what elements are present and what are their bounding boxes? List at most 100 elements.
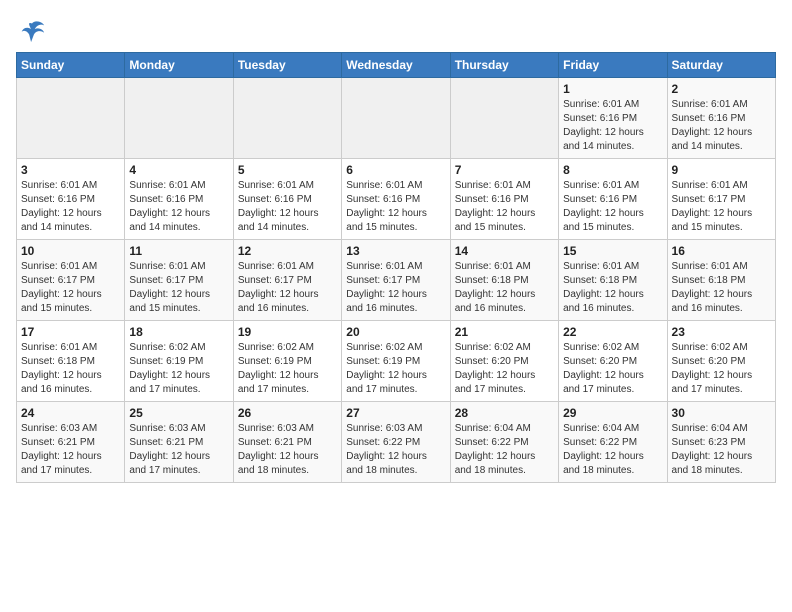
day-info: Sunrise: 6:01 AMSunset: 6:16 PMDaylight:… bbox=[129, 179, 228, 235]
day-number: 10 bbox=[21, 244, 120, 258]
day-info: Sunrise: 6:01 AMSunset: 6:17 PMDaylight:… bbox=[238, 260, 337, 316]
calendar-cell bbox=[450, 78, 558, 159]
day-number: 26 bbox=[238, 406, 337, 420]
day-number: 28 bbox=[455, 406, 554, 420]
calendar-cell: 11 Sunrise: 6:01 AMSunset: 6:17 PMDayligh… bbox=[125, 240, 233, 321]
calendar-week-0: 1 Sunrise: 6:01 AMSunset: 6:16 PMDaylight… bbox=[17, 78, 776, 159]
calendar-cell: 29 Sunrise: 6:04 AMSunset: 6:22 PMDayligh… bbox=[559, 402, 667, 483]
day-info: Sunrise: 6:01 AMSunset: 6:16 PMDaylight:… bbox=[346, 179, 445, 235]
calendar-week-4: 24 Sunrise: 6:03 AMSunset: 6:21 PMDayligh… bbox=[17, 402, 776, 483]
calendar-cell: 8 Sunrise: 6:01 AMSunset: 6:16 PMDaylight… bbox=[559, 159, 667, 240]
day-number: 12 bbox=[238, 244, 337, 258]
day-info: Sunrise: 6:02 AMSunset: 6:19 PMDaylight:… bbox=[129, 341, 228, 397]
header-day-wednesday: Wednesday bbox=[342, 53, 450, 78]
day-number: 11 bbox=[129, 244, 228, 258]
day-info: Sunrise: 6:01 AMSunset: 6:16 PMDaylight:… bbox=[563, 179, 662, 235]
day-info: Sunrise: 6:01 AMSunset: 6:16 PMDaylight:… bbox=[238, 179, 337, 235]
day-info: Sunrise: 6:01 AMSunset: 6:18 PMDaylight:… bbox=[672, 260, 771, 316]
day-info: Sunrise: 6:02 AMSunset: 6:20 PMDaylight:… bbox=[563, 341, 662, 397]
day-number: 18 bbox=[129, 325, 228, 339]
day-number: 5 bbox=[238, 163, 337, 177]
day-number: 30 bbox=[672, 406, 771, 420]
day-number: 15 bbox=[563, 244, 662, 258]
calendar-cell bbox=[233, 78, 341, 159]
day-info: Sunrise: 6:01 AMSunset: 6:17 PMDaylight:… bbox=[21, 260, 120, 316]
day-info: Sunrise: 6:02 AMSunset: 6:19 PMDaylight:… bbox=[346, 341, 445, 397]
calendar-cell: 19 Sunrise: 6:02 AMSunset: 6:19 PMDayligh… bbox=[233, 321, 341, 402]
day-info: Sunrise: 6:02 AMSunset: 6:19 PMDaylight:… bbox=[238, 341, 337, 397]
calendar-cell: 1Sunrise: 6:01 AMSunset: 6:16 PMDaylight… bbox=[559, 78, 667, 159]
day-number: 24 bbox=[21, 406, 120, 420]
calendar-cell: 27 Sunrise: 6:03 AMSunset: 6:22 PMDayligh… bbox=[342, 402, 450, 483]
calendar-cell: 14 Sunrise: 6:01 AMSunset: 6:18 PMDayligh… bbox=[450, 240, 558, 321]
day-number: 25 bbox=[129, 406, 228, 420]
day-number: 8 bbox=[563, 163, 662, 177]
calendar-cell bbox=[342, 78, 450, 159]
header-day-saturday: Saturday bbox=[667, 53, 775, 78]
day-number: 9 bbox=[672, 163, 771, 177]
day-info: Sunrise: 6:01 AMSunset: 6:16 PMDaylight:… bbox=[21, 179, 120, 235]
day-number: 16 bbox=[672, 244, 771, 258]
header-day-thursday: Thursday bbox=[450, 53, 558, 78]
calendar-week-2: 10 Sunrise: 6:01 AMSunset: 6:17 PMDayligh… bbox=[17, 240, 776, 321]
calendar-week-3: 17Sunrise: 6:01 AMSunset: 6:18 PMDayligh… bbox=[17, 321, 776, 402]
day-number: 7 bbox=[455, 163, 554, 177]
calendar-cell: 13Sunrise: 6:01 AMSunset: 6:17 PMDayligh… bbox=[342, 240, 450, 321]
calendar-cell: 26 Sunrise: 6:03 AMSunset: 6:21 PMDayligh… bbox=[233, 402, 341, 483]
calendar-cell bbox=[17, 78, 125, 159]
calendar-cell: 22 Sunrise: 6:02 AMSunset: 6:20 PMDayligh… bbox=[559, 321, 667, 402]
calendar-cell: 10 Sunrise: 6:01 AMSunset: 6:17 PMDayligh… bbox=[17, 240, 125, 321]
day-number: 4 bbox=[129, 163, 228, 177]
header-day-friday: Friday bbox=[559, 53, 667, 78]
day-info: Sunrise: 6:01 AMSunset: 6:18 PMDaylight:… bbox=[563, 260, 662, 316]
calendar-cell bbox=[125, 78, 233, 159]
page-header bbox=[16, 16, 776, 44]
day-number: 3 bbox=[21, 163, 120, 177]
calendar-body: 1 Sunrise: 6:01 AMSunset: 6:16 PMDaylight… bbox=[17, 78, 776, 483]
day-info: Sunrise: 6:01 AMSunset: 6:18 PMDaylight:… bbox=[21, 341, 120, 397]
calendar-cell: 24 Sunrise: 6:03 AMSunset: 6:21 PMDayligh… bbox=[17, 402, 125, 483]
calendar-cell: 21Sunrise: 6:02 AMSunset: 6:20 PMDayligh… bbox=[450, 321, 558, 402]
calendar-cell: 23 Sunrise: 6:02 AMSunset: 6:20 PMDayligh… bbox=[667, 321, 775, 402]
calendar-week-1: 3 Sunrise: 6:01 AMSunset: 6:16 PMDaylight… bbox=[17, 159, 776, 240]
day-info: Sunrise: 6:04 AMSunset: 6:23 PMDaylight:… bbox=[672, 422, 771, 478]
day-info: Sunrise: 6:01 AMSunset: 6:17 PMDaylight:… bbox=[346, 260, 445, 316]
day-info: Sunrise: 6:04 AMSunset: 6:22 PMDaylight:… bbox=[455, 422, 554, 478]
day-info: Sunrise: 6:03 AMSunset: 6:22 PMDaylight:… bbox=[346, 422, 445, 478]
header-day-tuesday: Tuesday bbox=[233, 53, 341, 78]
calendar-cell: 25Sunrise: 6:03 AMSunset: 6:21 PMDayligh… bbox=[125, 402, 233, 483]
calendar-header: SundayMondayTuesdayWednesdayThursdayFrid… bbox=[17, 53, 776, 78]
calendar-cell: 17Sunrise: 6:01 AMSunset: 6:18 PMDayligh… bbox=[17, 321, 125, 402]
day-number: 14 bbox=[455, 244, 554, 258]
logo-bird-icon bbox=[18, 16, 46, 44]
day-info: Sunrise: 6:03 AMSunset: 6:21 PMDaylight:… bbox=[21, 422, 120, 478]
day-number: 6 bbox=[346, 163, 445, 177]
day-info: Sunrise: 6:01 AMSunset: 6:17 PMDaylight:… bbox=[672, 179, 771, 235]
calendar-cell: 6 Sunrise: 6:01 AMSunset: 6:16 PMDaylight… bbox=[342, 159, 450, 240]
day-number: 22 bbox=[563, 325, 662, 339]
calendar-cell: 30 Sunrise: 6:04 AMSunset: 6:23 PMDayligh… bbox=[667, 402, 775, 483]
day-info: Sunrise: 6:01 AMSunset: 6:18 PMDaylight:… bbox=[455, 260, 554, 316]
day-info: Sunrise: 6:03 AMSunset: 6:21 PMDaylight:… bbox=[238, 422, 337, 478]
day-info: Sunrise: 6:01 AMSunset: 6:17 PMDaylight:… bbox=[129, 260, 228, 316]
day-number: 29 bbox=[563, 406, 662, 420]
calendar-table: SundayMondayTuesdayWednesdayThursdayFrid… bbox=[16, 52, 776, 483]
calendar-cell: 20 Sunrise: 6:02 AMSunset: 6:19 PMDayligh… bbox=[342, 321, 450, 402]
calendar-cell: 12 Sunrise: 6:01 AMSunset: 6:17 PMDayligh… bbox=[233, 240, 341, 321]
day-number: 1 bbox=[563, 82, 662, 96]
day-number: 20 bbox=[346, 325, 445, 339]
calendar-cell: 9 Sunrise: 6:01 AMSunset: 6:17 PMDaylight… bbox=[667, 159, 775, 240]
day-number: 27 bbox=[346, 406, 445, 420]
calendar-cell: 5 Sunrise: 6:01 AMSunset: 6:16 PMDaylight… bbox=[233, 159, 341, 240]
calendar-cell: 18 Sunrise: 6:02 AMSunset: 6:19 PMDayligh… bbox=[125, 321, 233, 402]
calendar-cell: 3 Sunrise: 6:01 AMSunset: 6:16 PMDaylight… bbox=[17, 159, 125, 240]
header-day-sunday: Sunday bbox=[17, 53, 125, 78]
day-info: Sunrise: 6:02 AMSunset: 6:20 PMDaylight:… bbox=[672, 341, 771, 397]
day-info: Sunrise: 6:04 AMSunset: 6:22 PMDaylight:… bbox=[563, 422, 662, 478]
day-number: 19 bbox=[238, 325, 337, 339]
day-number: 21 bbox=[455, 325, 554, 339]
calendar-cell: 16 Sunrise: 6:01 AMSunset: 6:18 PMDayligh… bbox=[667, 240, 775, 321]
day-info: Sunrise: 6:01 AMSunset: 6:16 PMDaylight:… bbox=[672, 98, 771, 154]
day-number: 23 bbox=[672, 325, 771, 339]
header-day-monday: Monday bbox=[125, 53, 233, 78]
